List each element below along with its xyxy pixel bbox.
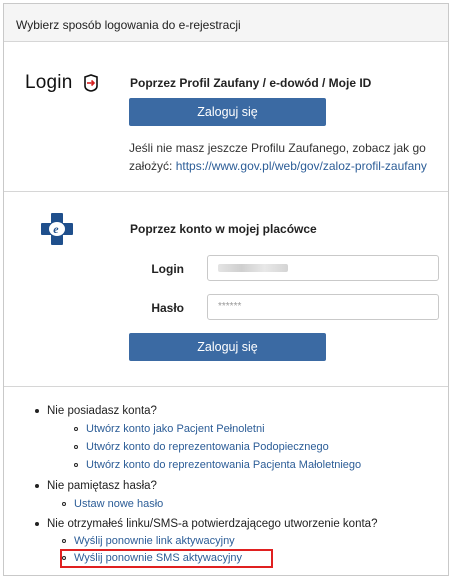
profile-info-link[interactable]: https://www.gov.pl/web/gov/zaloz-profil-…: [176, 159, 427, 173]
set-new-password-link[interactable]: Ustaw nowe hasło: [74, 498, 163, 510]
create-ward-account-link[interactable]: Utwórz konto do reprezentowania Podopiec…: [86, 441, 329, 453]
account-links-section: Nie posiadasz konta? Utwórz konto jako P…: [4, 387, 448, 577]
profile-login-title: Poprzez Profil Zaufany / e-dowód / Moje …: [130, 76, 372, 90]
profile-login-button[interactable]: Zaloguj się: [129, 98, 326, 126]
clinic-login-button[interactable]: Zaloguj się: [129, 333, 326, 361]
panel-title: Wybierz sposób logowania do e-rejestracj…: [16, 18, 241, 32]
create-adult-account-link[interactable]: Utwórz konto jako Pacjent Pełnoletni: [86, 423, 265, 435]
list-item-forgot-password: Nie pamiętasz hasła?: [35, 480, 157, 492]
clinic-e-cross-icon: e: [41, 213, 73, 245]
login-field[interactable]: [207, 255, 439, 281]
password-field[interactable]: ******: [207, 294, 439, 320]
login-label: Login: [151, 262, 184, 276]
login-logo: Login: [25, 72, 101, 94]
list-item-set-new-password: Ustaw nowe hasło: [62, 498, 163, 510]
resend-activation-link[interactable]: Wyślij ponownie link aktywacyjny: [74, 535, 235, 547]
login-panel: Wybierz sposób logowania do e-rejestracj…: [3, 3, 449, 576]
list-item-create-minor: Utwórz konto do reprezentowania Pacjenta…: [74, 459, 361, 471]
create-minor-account-link[interactable]: Utwórz konto do reprezentowania Pacjenta…: [86, 459, 361, 471]
panel-header: Wybierz sposób logowania do e-rejestracj…: [4, 4, 448, 42]
list-item-resend-link: Wyślij ponownie link aktywacyjny: [62, 535, 235, 547]
login-field-blurred-value: [218, 264, 288, 272]
list-item-no-account: Nie posiadasz konta?: [35, 405, 157, 417]
password-label: Hasło: [151, 301, 184, 315]
login-arrow-icon: [83, 74, 98, 92]
svg-text:e: e: [53, 222, 59, 236]
highlight-box: [60, 549, 273, 568]
list-item-create-ward: Utwórz konto do reprezentowania Podopiec…: [74, 441, 329, 453]
clinic-login-section: e Poprzez konto w mojej placówce Login H…: [4, 192, 448, 387]
clinic-login-title: Poprzez konto w mojej placówce: [130, 222, 317, 236]
list-item-no-confirmation: Nie otrzymałeś linku/SMS-a potwierdzając…: [35, 518, 377, 530]
list-item-create-adult: Utwórz konto jako Pacjent Pełnoletni: [74, 423, 265, 435]
profile-info-text: Jeśli nie masz jeszcze Profilu Zaufanego…: [129, 139, 439, 175]
login-logo-text: Login: [25, 72, 73, 93]
profile-login-section: Login Poprzez Profil Zaufany / e-dowód /…: [4, 42, 448, 192]
